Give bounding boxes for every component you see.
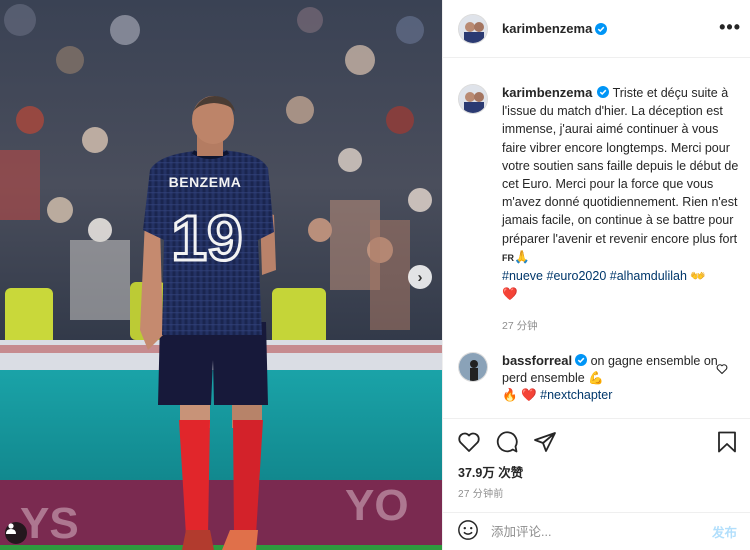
- avatar[interactable]: [458, 352, 488, 382]
- like-count[interactable]: 37.9万 次赞: [458, 462, 523, 481]
- post-caption: karimbenzema Triste et déçu suite à l'is…: [458, 84, 743, 336]
- user-icon: [6, 523, 16, 534]
- svg-text:YS: YS: [20, 499, 79, 548]
- svg-text:YO: YO: [345, 481, 409, 530]
- next-photo-button[interactable]: ›: [408, 265, 432, 289]
- share-button[interactable]: [533, 430, 557, 457]
- jersey-number: 19: [171, 202, 242, 274]
- heart-emoji: ❤️: [521, 388, 537, 402]
- emoji-button[interactable]: [457, 519, 479, 544]
- hashtag-link[interactable]: #nueve: [502, 269, 543, 283]
- comment-username[interactable]: bassforreal: [502, 353, 572, 368]
- photo-scene: YS YO BENZEMA 19: [0, 0, 442, 550]
- post-photo[interactable]: YS YO BENZEMA 19 ›: [0, 0, 442, 550]
- caption-timestamp: 27 分钟: [502, 320, 538, 333]
- post-header: karimbenzema •••: [443, 0, 750, 58]
- hashtag-link[interactable]: #euro2020: [547, 269, 607, 283]
- post-comment-button[interactable]: 发布: [712, 522, 737, 541]
- add-comment-bar: 发布: [443, 512, 750, 550]
- post-sidebar: karimbenzema ••• karimbenzema Triste et …: [442, 0, 750, 550]
- avatar-image: [459, 353, 487, 381]
- more-options-icon: •••: [719, 17, 741, 37]
- divider: [443, 418, 750, 419]
- verified-badge-icon: [595, 22, 608, 35]
- hashtag-link[interactable]: #alhamdulilah: [610, 269, 687, 283]
- comment-body: bassforreal on gagne ensemble on perd en…: [502, 352, 722, 404]
- caption-body: karimbenzema Triste et déçu suite à l'is…: [502, 84, 742, 336]
- verified-badge-icon: [597, 86, 610, 98]
- chevron-right-icon: ›: [417, 268, 423, 286]
- caption-username[interactable]: karimbenzema: [502, 85, 592, 100]
- avatar-image: [459, 14, 487, 43]
- heart-outline-icon: [716, 364, 728, 375]
- hands-emoji: 👐: [690, 269, 706, 284]
- fire-emoji: 🔥: [502, 388, 518, 402]
- hashtag-link[interactable]: #nextchapter: [540, 388, 612, 402]
- caption-text: Triste et déçu suite à l'issue du match …: [502, 86, 739, 246]
- heart-icon: [458, 432, 480, 452]
- comment-input[interactable]: [491, 524, 712, 539]
- like-comment-button[interactable]: [716, 362, 728, 378]
- comment-button[interactable]: [495, 430, 519, 457]
- more-options-button[interactable]: •••: [719, 17, 741, 37]
- muscle-emoji: 💪: [588, 371, 604, 385]
- avatar[interactable]: [458, 13, 488, 44]
- verified-badge-icon: [575, 354, 588, 366]
- bookmark-icon: [718, 431, 736, 453]
- paper-plane-icon: [534, 432, 556, 452]
- heart-emoji: ❤️: [502, 287, 518, 302]
- pray-emoji: 🙏: [514, 249, 530, 264]
- like-button[interactable]: [457, 430, 481, 457]
- comment-item: bassforreal on gagne ensemble on perd en…: [458, 352, 743, 404]
- smiley-icon: [458, 520, 478, 540]
- caption-hashtags: #nueve #euro2020 #alhamdulilah: [502, 269, 690, 283]
- save-button[interactable]: [715, 430, 739, 457]
- header-username[interactable]: karimbenzema: [502, 21, 592, 36]
- post-timestamp[interactable]: 27 分钟前: [458, 485, 504, 500]
- comment-bubble-icon: [496, 431, 518, 453]
- avatar-image: [459, 85, 487, 113]
- avatar[interactable]: [458, 84, 488, 114]
- jersey-name: BENZEMA: [169, 174, 242, 190]
- post-actions: [457, 430, 739, 456]
- tagged-users-button[interactable]: [5, 522, 27, 544]
- flag-fr: FR: [502, 252, 514, 263]
